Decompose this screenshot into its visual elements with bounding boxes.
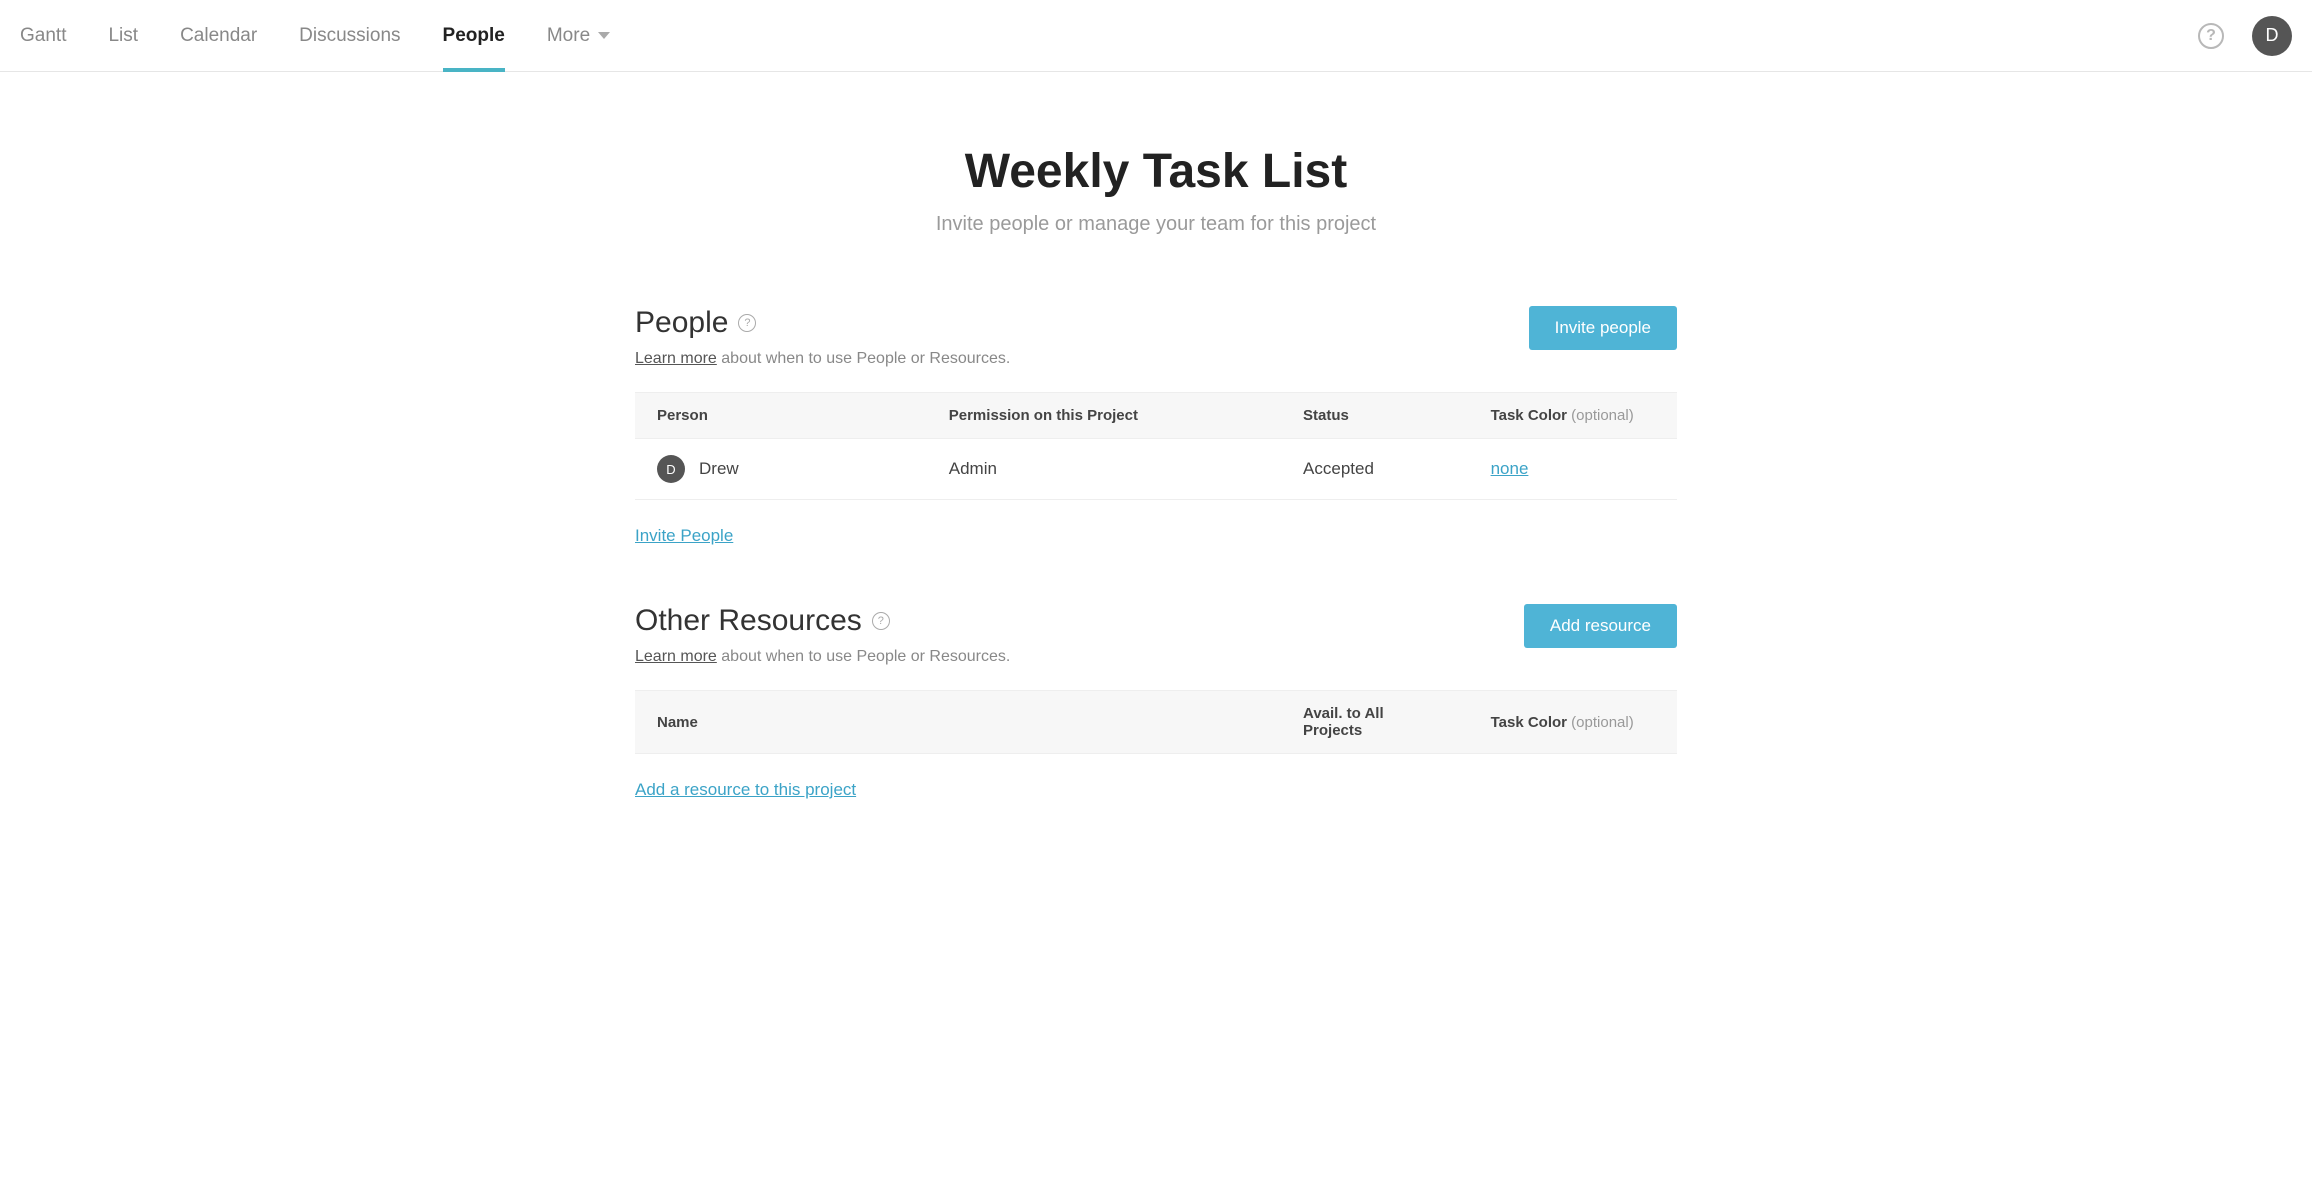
people-subtext-suffix: about when to use People or Resources. xyxy=(717,350,1011,367)
status-cell: Accepted xyxy=(1281,439,1469,500)
tab-people[interactable]: People xyxy=(443,3,505,69)
add-resource-link[interactable]: Add a resource to this project xyxy=(635,780,856,799)
chevron-down-icon xyxy=(598,32,610,39)
person-name: Drew xyxy=(699,459,739,479)
col-status: Status xyxy=(1281,393,1469,439)
people-subtext: Learn more about when to use People or R… xyxy=(635,350,1010,368)
top-nav: Gantt List Calendar Discussions People M… xyxy=(0,0,2312,72)
learn-more-link[interactable]: Learn more xyxy=(635,648,717,665)
col-task-color-text: Task Color xyxy=(1491,714,1567,731)
people-heading: People ? xyxy=(635,306,1010,340)
tab-discussions[interactable]: Discussions xyxy=(299,3,400,69)
people-heading-text: People xyxy=(635,306,728,340)
col-task-color: Task Color (optional) xyxy=(1469,691,1677,754)
invite-people-link[interactable]: Invite People xyxy=(635,526,733,545)
page-subtitle: Invite people or manage your team for th… xyxy=(635,213,1677,236)
resources-subtext: Learn more about when to use People or R… xyxy=(635,648,1010,666)
tab-calendar[interactable]: Calendar xyxy=(180,3,257,69)
help-icon[interactable]: ? xyxy=(2198,23,2224,49)
col-name: Name xyxy=(635,691,1281,754)
add-resource-button[interactable]: Add resource xyxy=(1524,604,1677,648)
col-person: Person xyxy=(635,393,927,439)
person-cell: D Drew xyxy=(657,455,905,483)
resources-section: Other Resources ? Learn more about when … xyxy=(635,604,1677,800)
page-title: Weekly Task List xyxy=(635,144,1677,199)
avatar: D xyxy=(657,455,685,483)
col-permission: Permission on this Project xyxy=(927,393,1281,439)
task-color-link[interactable]: none xyxy=(1491,459,1529,478)
tab-list[interactable]: List xyxy=(108,3,138,69)
nav-tabs: Gantt List Calendar Discussions People M… xyxy=(20,3,610,69)
col-task-color-text: Task Color xyxy=(1491,407,1567,424)
people-table: Person Permission on this Project Status… xyxy=(635,392,1677,500)
col-avail: Avail. to All Projects xyxy=(1281,691,1469,754)
col-task-color-optional: (optional) xyxy=(1571,714,1634,731)
help-icon[interactable]: ? xyxy=(738,314,756,332)
col-task-color-optional: (optional) xyxy=(1571,407,1634,424)
help-icon[interactable]: ? xyxy=(872,612,890,630)
resources-table: Name Avail. to All Projects Task Color (… xyxy=(635,690,1677,754)
tab-more-label: More xyxy=(547,25,590,47)
resources-heading-text: Other Resources xyxy=(635,604,862,638)
tab-gantt[interactable]: Gantt xyxy=(20,3,66,69)
user-avatar[interactable]: D xyxy=(2252,16,2292,56)
people-section: People ? Learn more about when to use Pe… xyxy=(635,306,1677,546)
resources-subtext-suffix: about when to use People or Resources. xyxy=(717,648,1011,665)
permission-cell: Admin xyxy=(927,439,1281,500)
invite-people-button[interactable]: Invite people xyxy=(1529,306,1677,350)
learn-more-link[interactable]: Learn more xyxy=(635,350,717,367)
table-row: D Drew Admin Accepted none xyxy=(635,439,1677,500)
resources-heading: Other Resources ? xyxy=(635,604,1010,638)
tab-more[interactable]: More xyxy=(547,3,610,69)
page-content: Weekly Task List Invite people or manage… xyxy=(635,72,1677,800)
col-task-color: Task Color (optional) xyxy=(1469,393,1677,439)
